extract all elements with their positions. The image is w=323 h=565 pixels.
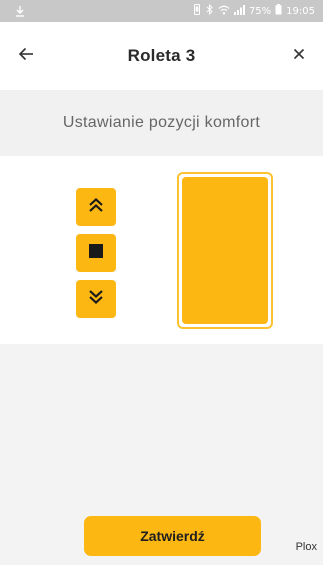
blind-fill xyxy=(182,177,268,324)
blind-preview[interactable] xyxy=(177,172,273,329)
wifi-icon xyxy=(218,5,230,18)
signal-icon xyxy=(233,4,245,18)
brand-label: Plox xyxy=(295,541,317,553)
stop-button[interactable] xyxy=(76,234,116,272)
arrow-left-icon xyxy=(18,47,34,66)
double-chevron-up-icon xyxy=(88,197,104,218)
status-bar: 75% 19:05 xyxy=(0,0,323,22)
status-right: 75% 19:05 xyxy=(192,3,315,18)
download-icon xyxy=(14,5,26,17)
back-button[interactable] xyxy=(12,42,40,70)
move-up-button[interactable] xyxy=(76,188,116,226)
battery-icon xyxy=(275,4,282,18)
close-button[interactable] xyxy=(285,42,313,70)
move-down-button[interactable] xyxy=(76,280,116,318)
status-time: 19:05 xyxy=(286,5,315,17)
subtitle-area: Ustawianie pozycji komfort xyxy=(0,90,323,156)
vibrate-icon xyxy=(192,4,202,18)
bottom-area: Zatwierdź Plox xyxy=(0,344,323,565)
subtitle-text: Ustawianie pozycji komfort xyxy=(62,114,261,131)
battery-percent: 75% xyxy=(248,5,272,17)
confirm-button[interactable]: Zatwierdź xyxy=(84,516,261,556)
control-panel xyxy=(0,156,323,344)
app-header: Roleta 3 xyxy=(0,22,323,90)
page-title: Roleta 3 xyxy=(127,46,196,65)
status-left xyxy=(14,5,26,17)
stop-square-icon xyxy=(89,243,103,263)
double-chevron-down-icon xyxy=(88,289,104,310)
bluetooth-icon xyxy=(206,3,214,18)
close-icon xyxy=(293,47,305,65)
